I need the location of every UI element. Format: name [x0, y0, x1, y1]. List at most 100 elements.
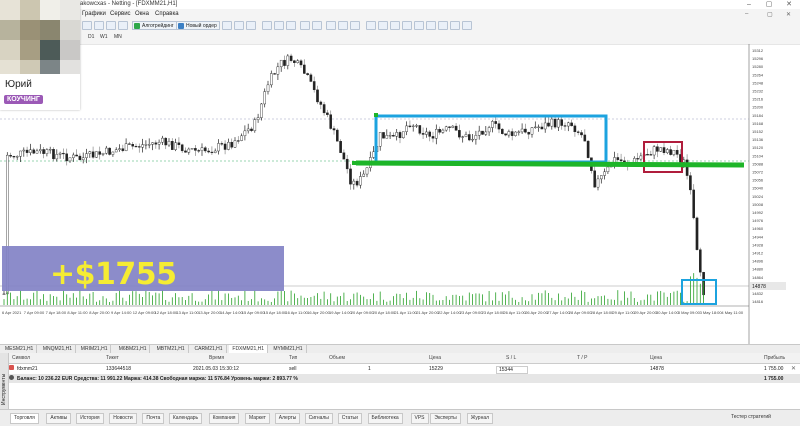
col-price[interactable]: Цена	[429, 355, 441, 361]
candle-body	[646, 154, 649, 156]
toolbox-side-label[interactable]: Инструменты	[0, 353, 9, 409]
candle-chart-icon[interactable]	[234, 21, 244, 30]
candle-body	[474, 135, 478, 140]
col-time[interactable]: Время	[209, 355, 224, 361]
candle-body	[134, 145, 138, 148]
minimize-button[interactable]: –	[742, 0, 756, 9]
crosshair-icon[interactable]	[378, 21, 388, 30]
timeframe-mn[interactable]: MN	[114, 34, 122, 40]
timeframe-w1[interactable]: W1	[100, 34, 108, 40]
zoom-in-icon[interactable]	[262, 21, 272, 30]
autoscroll-icon[interactable]	[300, 21, 310, 30]
candle-body	[477, 130, 481, 136]
col-ticket[interactable]: Тикет	[106, 355, 119, 361]
support-line-handle[interactable]	[352, 161, 356, 165]
channel-icon[interactable]	[426, 21, 436, 30]
col-profit[interactable]: Прибыль	[764, 355, 785, 361]
timeframe-d1[interactable]: D1	[88, 34, 94, 40]
candle-body	[659, 147, 662, 152]
strategy-tester-tab[interactable]: Тестер стратегий	[728, 413, 774, 422]
tab-11[interactable]: Библиотека	[367, 413, 403, 424]
range-box-handle[interactable]	[374, 113, 378, 117]
trendline-icon[interactable]	[414, 21, 424, 30]
candle-body	[395, 132, 399, 137]
menu-service[interactable]: Сервис	[110, 11, 131, 17]
candle-body	[230, 141, 234, 148]
tab-5[interactable]: Календарь	[168, 413, 203, 424]
market-watch-icon[interactable]	[106, 21, 116, 30]
menu-windows[interactable]: Окна	[135, 11, 149, 17]
text-tool-icon[interactable]	[450, 21, 460, 30]
candle-body	[312, 81, 316, 91]
candle-body	[652, 146, 656, 156]
candle-body	[58, 152, 62, 155]
child-minimize-button[interactable]: –	[745, 11, 748, 17]
vertical-line-icon[interactable]	[390, 21, 400, 30]
tab-9[interactable]: Сигналы	[304, 413, 333, 424]
fibonacci-icon[interactable]	[438, 21, 448, 30]
candle-body	[339, 141, 342, 153]
col-symbol[interactable]: Символ	[12, 355, 30, 361]
indicators-icon[interactable]	[326, 21, 336, 30]
trade-sl-field[interactable]: 15344	[496, 366, 528, 374]
candle-body	[147, 144, 151, 146]
table-row[interactable]: fdxmm21 133644518 2021.05.03 15:30:12 se…	[9, 364, 800, 374]
candle-body	[39, 149, 42, 152]
price-chart[interactable]: 15312 15296 15280 15264 15248 15232 15216 15200…	[0, 44, 800, 344]
time-tick-label: 12 Apr 09:00	[133, 310, 156, 315]
grid-icon[interactable]	[286, 21, 296, 30]
line-chart-icon[interactable]	[246, 21, 256, 30]
profiles-icon[interactable]	[94, 21, 104, 30]
tab-7[interactable]: Маркет	[245, 413, 270, 424]
candle-body	[289, 55, 293, 61]
trade-panel: Инструменты Символ Тикет Время Тип Объем…	[0, 353, 800, 409]
candle-body	[616, 157, 620, 160]
price-tick-label: 15264	[752, 72, 764, 77]
candle-body	[431, 136, 435, 139]
menu-help[interactable]: Справка	[155, 11, 179, 17]
tab-6[interactable]: Компания	[208, 413, 240, 424]
navigator-icon[interactable]	[118, 21, 128, 30]
child-close-button[interactable]: ✕	[786, 11, 791, 18]
candle-body	[349, 168, 352, 185]
candle-body	[2, 293, 6, 295]
zoom-out-icon[interactable]	[274, 21, 284, 30]
candle-body	[385, 135, 389, 139]
new-order-button[interactable]: Новый ордер	[176, 21, 220, 30]
horizontal-line-icon[interactable]	[402, 21, 412, 30]
menu-charts[interactable]: Графики	[82, 11, 106, 17]
col-type[interactable]: Тип	[289, 355, 297, 361]
algo-trading-button[interactable]: Алготрейдинг	[132, 21, 177, 30]
chart-shift-icon[interactable]	[312, 21, 322, 30]
col-sl[interactable]: S / L	[506, 355, 516, 361]
tab-4[interactable]: Почта	[142, 413, 165, 424]
shapes-icon[interactable]	[462, 21, 472, 30]
col-volume[interactable]: Объем	[329, 355, 345, 361]
close-position-icon[interactable]: ✕	[791, 365, 796, 372]
tab-10[interactable]: Статьи	[337, 413, 362, 424]
tab-0[interactable]: Торговля	[10, 413, 39, 424]
col-current-price[interactable]: Цена	[650, 355, 662, 361]
child-restore-button[interactable]: ▢	[767, 11, 773, 18]
col-tp[interactable]: T / P	[577, 355, 587, 361]
tab-14[interactable]: Журнал	[466, 413, 494, 424]
maximize-button[interactable]: ▢	[762, 0, 776, 9]
candle-body	[451, 125, 455, 128]
tab-8[interactable]: Алерты	[274, 413, 301, 424]
candle-body	[45, 149, 49, 154]
candle-body	[19, 150, 22, 157]
tab-12[interactable]: VPS	[410, 413, 429, 424]
tab-2[interactable]: История	[76, 413, 104, 424]
tab-13[interactable]: Эксперты	[430, 413, 461, 424]
time-tick-label: 26 Apr 11:00	[503, 310, 526, 315]
cursor-icon[interactable]	[366, 21, 376, 30]
close-button[interactable]: ✕	[782, 0, 796, 9]
candle-body	[557, 119, 560, 128]
candle-body	[471, 138, 474, 141]
bar-chart-icon[interactable]	[222, 21, 232, 30]
new-chart-icon[interactable]	[82, 21, 92, 30]
objects-icon[interactable]	[338, 21, 348, 30]
templates-icon[interactable]	[350, 21, 360, 30]
tab-1[interactable]: Активы	[46, 413, 72, 424]
tab-3[interactable]: Новости	[109, 413, 137, 424]
